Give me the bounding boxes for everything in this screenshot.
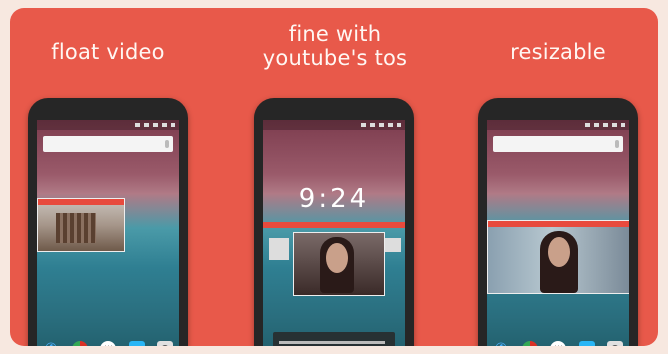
status-icons [361, 123, 401, 127]
search-bar[interactable] [43, 136, 173, 152]
lockscreen-clock: 9:24 [298, 184, 370, 214]
app-dock: ✆ [493, 338, 623, 346]
status-bar [37, 120, 179, 130]
video-thumbnail [56, 213, 96, 243]
camera-icon[interactable] [607, 341, 623, 346]
phone-mockup-float: ✆ [28, 98, 188, 346]
phone-screen: 9:24 [263, 120, 405, 346]
phone-screen: ✆ [37, 120, 179, 346]
video-title-bar[interactable] [488, 221, 629, 227]
caption-youtube-tos: fine with youtube's tos [235, 22, 435, 70]
notification-line [279, 341, 385, 344]
phone-mockup-resizable: ✆ [478, 98, 638, 346]
app-launcher-icon[interactable] [550, 341, 566, 346]
caption-line-1: fine with [288, 22, 382, 46]
caption-resizable: resizable [510, 40, 606, 64]
video-subject-face [548, 237, 570, 267]
phone-screen: ✆ [487, 120, 629, 346]
caption-line-2: youtube's tos [262, 46, 408, 70]
phone-icon[interactable]: ✆ [493, 341, 509, 346]
search-bar[interactable] [493, 136, 623, 152]
mic-icon[interactable] [615, 140, 619, 148]
app-dock: ✆ [43, 338, 173, 346]
messages-icon[interactable] [128, 341, 145, 346]
phone-mockup-lockscreen: 9:24 [254, 98, 414, 346]
video-title-bar[interactable] [263, 222, 405, 228]
app-launcher-icon[interactable] [100, 341, 116, 346]
camera-icon[interactable] [157, 341, 173, 346]
messages-icon[interactable] [578, 341, 595, 346]
mic-icon[interactable] [165, 140, 169, 148]
floating-video-window[interactable] [293, 232, 385, 296]
side-card [269, 238, 289, 260]
video-title-bar[interactable] [38, 199, 124, 205]
status-bar [263, 120, 405, 130]
status-icons [135, 123, 175, 127]
video-subject-face [326, 243, 348, 273]
caption-float-video: float video [51, 40, 165, 64]
notification-card[interactable] [273, 332, 395, 346]
chrome-icon[interactable] [521, 341, 538, 346]
chrome-icon[interactable] [71, 341, 88, 346]
floating-video-window[interactable] [37, 198, 125, 252]
status-icons [585, 123, 625, 127]
phone-icon[interactable]: ✆ [43, 341, 59, 346]
promo-banner: float video fine with youtube's tos resi… [10, 8, 658, 346]
status-bar [487, 120, 629, 130]
floating-video-window-resized[interactable] [487, 220, 629, 294]
